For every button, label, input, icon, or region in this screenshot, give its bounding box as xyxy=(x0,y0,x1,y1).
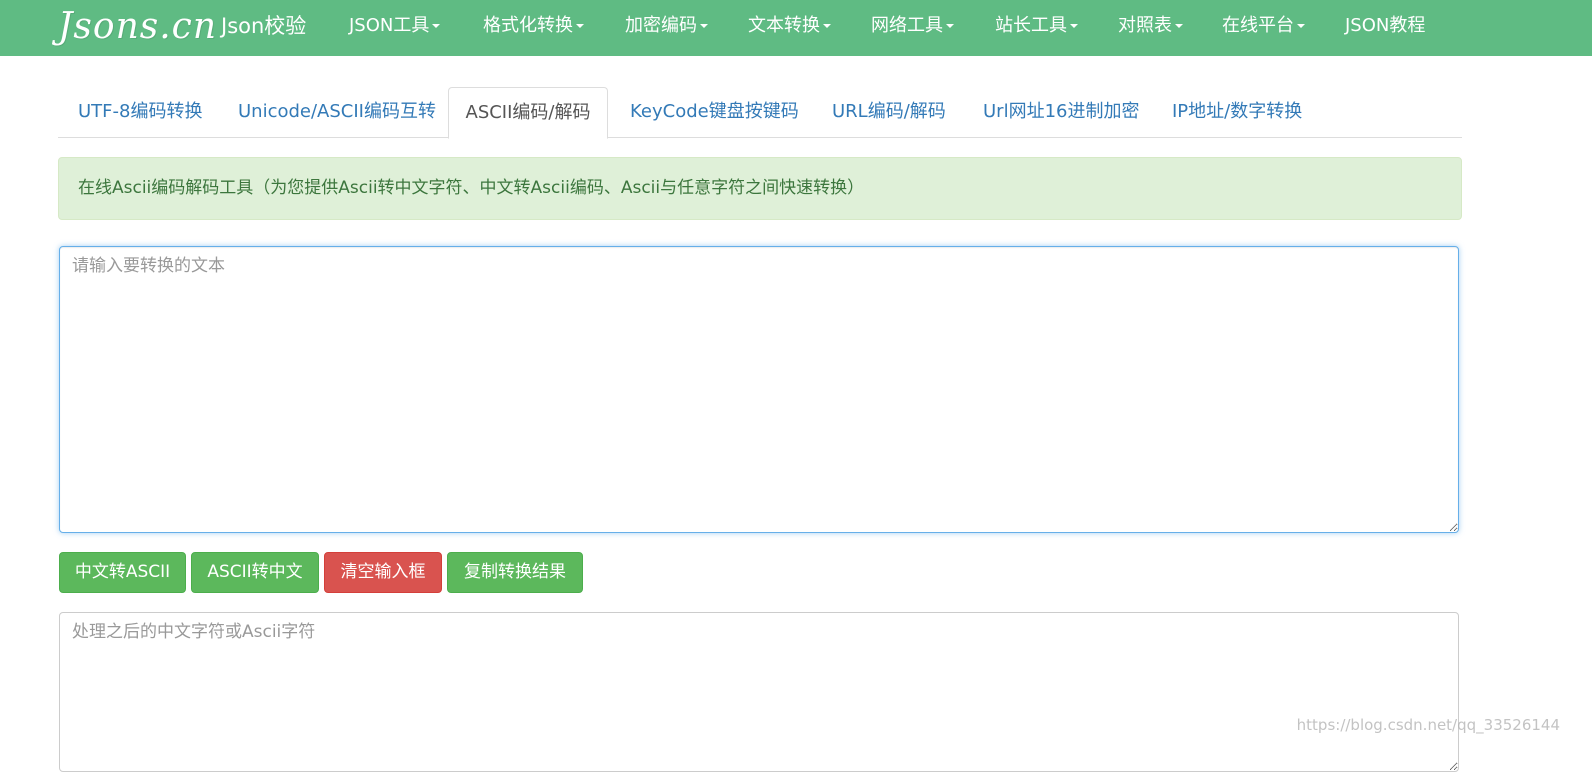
caret-down-icon xyxy=(1175,24,1183,28)
tab-ip-number[interactable]: IP地址/数字转换 xyxy=(1172,87,1302,138)
tab-utf8-convert[interactable]: UTF-8编码转换 xyxy=(78,87,202,138)
tool-tabs: UTF-8编码转换 Unicode/ASCII编码互转 ASCII编码/解码 K… xyxy=(58,87,1462,139)
tab-keycode[interactable]: KeyCode键盘按键码 xyxy=(630,87,799,138)
nav-webmaster-tools[interactable]: 站长工具 xyxy=(995,0,1078,56)
nav-json-validate[interactable]: Json校验 xyxy=(221,0,306,56)
nav-text-convert[interactable]: 文本转换 xyxy=(748,0,831,56)
tab-url-encode[interactable]: URL编码/解码 xyxy=(832,87,946,138)
input-textarea[interactable] xyxy=(59,246,1459,533)
output-textarea[interactable] xyxy=(59,612,1459,772)
caret-down-icon xyxy=(700,24,708,28)
tool-description-alert: 在线Ascii编码解码工具（为您提供Ascii转中文字符、中文转Ascii编码、… xyxy=(58,157,1462,220)
caret-down-icon xyxy=(946,24,954,28)
caret-down-icon xyxy=(432,24,441,28)
caret-down-icon xyxy=(1297,24,1305,28)
ascii-to-chinese-button[interactable]: ASCII转中文 xyxy=(191,552,319,593)
caret-down-icon xyxy=(576,24,584,28)
nav-format-convert[interactable]: 格式化转换 xyxy=(483,0,584,56)
tab-url-hex[interactable]: Url网址16进制加密 xyxy=(983,87,1139,138)
top-navbar: Jsons.cn Json校验 JSON工具 格式化转换 加密编码 文本转换 网… xyxy=(0,0,1592,56)
nav-network-tools[interactable]: 网络工具 xyxy=(871,0,954,56)
tab-unicode-ascii[interactable]: Unicode/ASCII编码互转 xyxy=(238,87,436,138)
clear-input-button[interactable]: 清空输入框 xyxy=(324,552,442,593)
nav-reference-tables[interactable]: 对照表 xyxy=(1118,0,1183,56)
caret-down-icon xyxy=(1070,24,1078,28)
chinese-to-ascii-button[interactable]: 中文转ASCII xyxy=(59,552,186,593)
nav-encrypt-encode[interactable]: 加密编码 xyxy=(625,0,708,56)
nav-online-platform[interactable]: 在线平台 xyxy=(1222,0,1305,56)
nav-json-tools[interactable]: JSON工具 xyxy=(349,0,441,56)
site-logo[interactable]: Jsons.cn xyxy=(58,2,217,52)
copy-result-button[interactable]: 复制转换结果 xyxy=(447,552,583,593)
tab-ascii-encode-decode[interactable]: ASCII编码/解码 xyxy=(448,87,608,139)
nav-json-tutorial[interactable]: JSON教程 xyxy=(1345,0,1425,56)
watermark-text: https://blog.csdn.net/qq_33526144 xyxy=(1296,716,1560,734)
caret-down-icon xyxy=(823,24,831,28)
